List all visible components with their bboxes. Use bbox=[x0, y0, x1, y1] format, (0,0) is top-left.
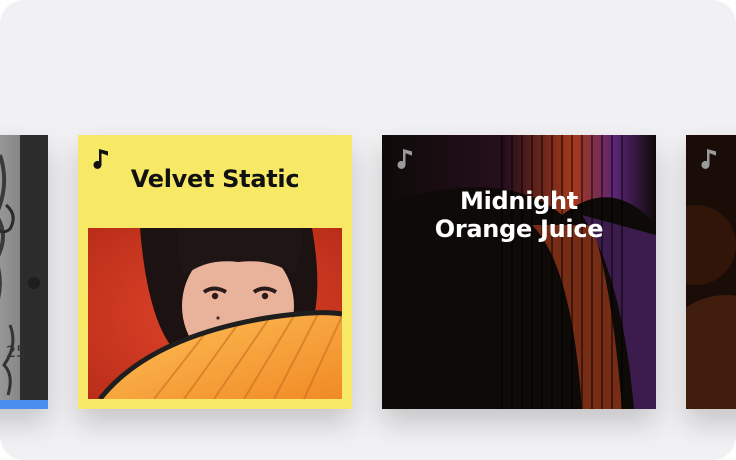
playlist-title-line-1: Midnight bbox=[460, 187, 578, 215]
playlist-card-partial-left[interactable]: 25 bbox=[0, 135, 48, 409]
playlist-carousel: 25 Velvet Static Midnight Orange Juice bbox=[0, 0, 736, 460]
music-note-icon bbox=[397, 149, 412, 169]
svg-text:25: 25 bbox=[6, 342, 26, 361]
cover-art-tattooed-man: 25 bbox=[0, 135, 48, 409]
playlist-card-midnight-orange-juice[interactable]: Midnight Orange Juice bbox=[382, 135, 656, 409]
playback-progress-bar bbox=[0, 400, 48, 409]
cover-art-abstract-waves bbox=[382, 135, 656, 409]
playlist-card-velvet-static[interactable]: Velvet Static bbox=[78, 135, 352, 409]
playlist-title: Velvet Static bbox=[130, 165, 300, 193]
playlist-card-partial-right[interactable] bbox=[686, 135, 736, 409]
cover-art-woman-with-fan bbox=[88, 228, 342, 399]
music-note-icon bbox=[701, 149, 716, 169]
playlist-title-line-2: Orange Juice bbox=[434, 215, 604, 243]
playlist-title: Midnight Orange Juice bbox=[382, 187, 656, 243]
cover-art-dark-orange bbox=[686, 135, 736, 409]
